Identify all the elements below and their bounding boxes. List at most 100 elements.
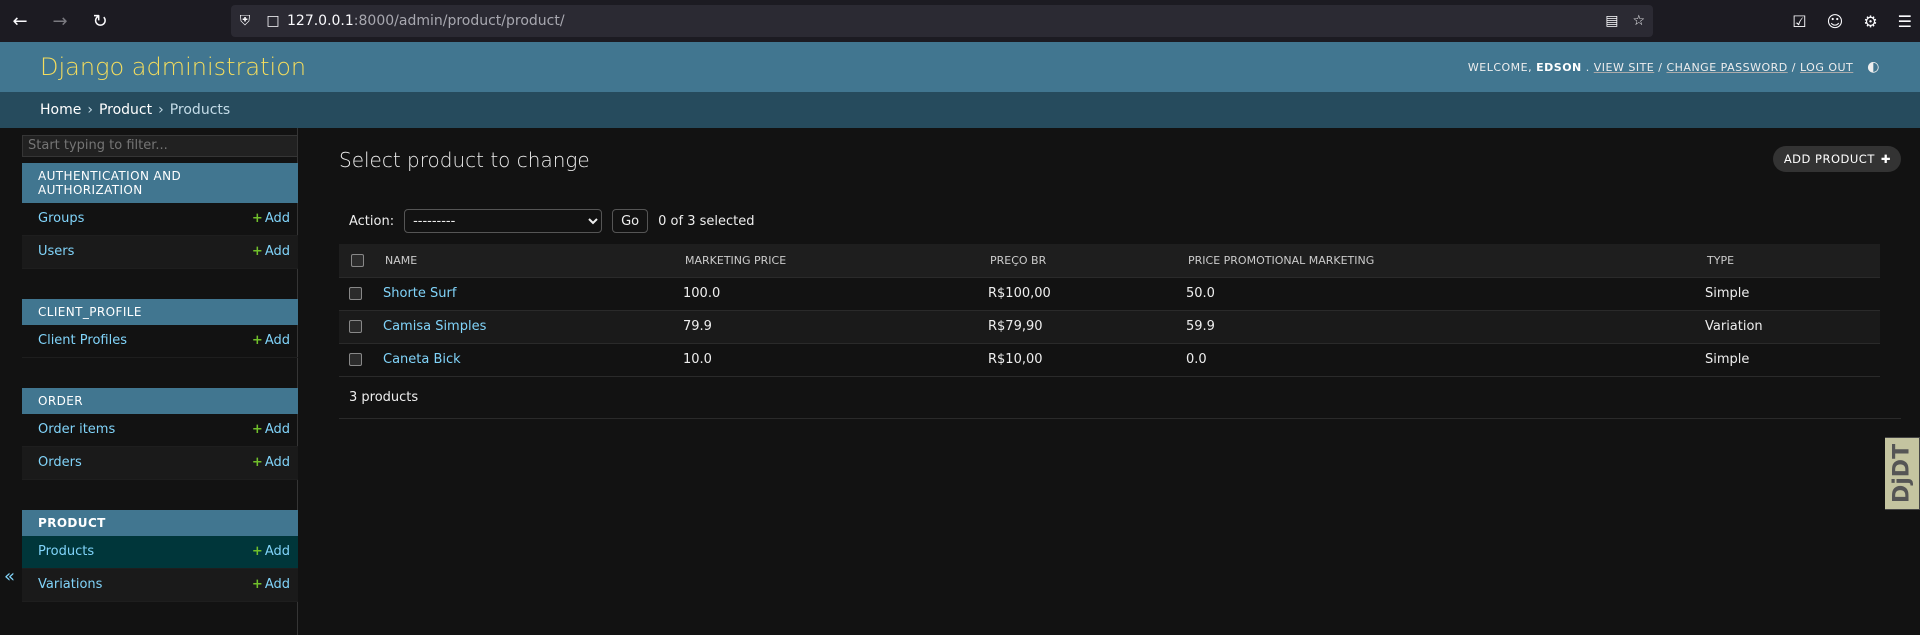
select-all-checkbox[interactable] bbox=[351, 254, 364, 267]
bookmark-star-icon[interactable]: ☆ bbox=[1632, 13, 1645, 29]
back-arrow-icon[interactable]: ← bbox=[0, 0, 40, 42]
add-groups-link[interactable]: + Add bbox=[252, 211, 290, 226]
column-header-preco-br[interactable]: PREÇO BR bbox=[978, 244, 1176, 278]
add-label: Add bbox=[264, 422, 290, 437]
shield-icon[interactable]: ⛨ bbox=[231, 13, 259, 29]
add-orders-link[interactable]: + Add bbox=[252, 455, 290, 470]
url-text[interactable]: 127.0.0.1:8000/admin/product/product/ bbox=[287, 13, 565, 29]
table-row: Caneta Bick 10.0 R$10,00 0.0 Simple bbox=[339, 343, 1880, 377]
add-label: Add bbox=[264, 211, 290, 226]
module-caption-product[interactable]: PRODUCT bbox=[22, 509, 298, 536]
column-header-type[interactable]: TYPE bbox=[1695, 244, 1880, 278]
row-checkbox[interactable] bbox=[349, 287, 362, 300]
sep: / bbox=[1658, 60, 1663, 74]
sidebar-link-users[interactable]: Users bbox=[38, 244, 74, 259]
sep: / bbox=[1791, 60, 1796, 74]
sidebar-filter-input[interactable] bbox=[22, 134, 298, 157]
view-site-link[interactable]: VIEW SITE bbox=[1594, 61, 1655, 74]
extensions-icon[interactable]: ⚙ bbox=[1863, 12, 1877, 31]
module-product: PRODUCT Products + Add Variations + Add bbox=[22, 509, 298, 602]
add-product-button[interactable]: ADD PRODUCT ✚ bbox=[1772, 146, 1901, 172]
module-caption-client-profile[interactable]: CLIENT_PROFILE bbox=[22, 298, 298, 325]
pocket-icon[interactable]: ☑ bbox=[1792, 12, 1806, 31]
site-header: Django administration WELCOME, EDSON. VI… bbox=[0, 42, 1920, 92]
content-main: Select product to change ADD PRODUCT ✚ Ac… bbox=[298, 128, 1920, 635]
add-variations-link[interactable]: + Add bbox=[252, 577, 290, 592]
breadcrumb-current: Products bbox=[169, 102, 231, 118]
breadcrumb-sep: › bbox=[158, 102, 164, 118]
row-checkbox-cell bbox=[339, 343, 373, 377]
debug-toolbar-handle[interactable]: DjDT bbox=[1885, 437, 1920, 510]
module-caption-auth[interactable]: AUTHENTICATION AND AUTHORIZATION bbox=[22, 162, 298, 203]
cell-preco-br: R$79,90 bbox=[978, 310, 1176, 344]
period: . bbox=[1585, 60, 1590, 74]
breadcrumb-product[interactable]: Product bbox=[99, 102, 152, 118]
theme-toggle-icon[interactable]: ◐ bbox=[1867, 59, 1880, 75]
change-password-link[interactable]: CHANGE PASSWORD bbox=[1666, 61, 1787, 74]
add-users-link[interactable]: + Add bbox=[252, 244, 290, 259]
cell-promo: 59.9 bbox=[1176, 310, 1695, 344]
column-header-name[interactable]: NAME bbox=[373, 244, 673, 278]
cell-type: Variation bbox=[1695, 310, 1880, 344]
plus-icon: + bbox=[251, 244, 263, 259]
url-bar[interactable]: ⛨ □ 127.0.0.1:8000/admin/product/product… bbox=[231, 5, 1653, 37]
sidebar-link-products[interactable]: Products bbox=[38, 544, 94, 559]
cell-marketing-price: 10.0 bbox=[673, 343, 978, 377]
row-checkbox[interactable] bbox=[349, 353, 362, 366]
actions-bar: Action: --------- Go 0 of 3 selected bbox=[339, 208, 1901, 234]
sidebar-link-client-profiles[interactable]: Client Profiles bbox=[38, 333, 127, 348]
breadcrumb-home[interactable]: Home bbox=[40, 102, 81, 118]
menu-icon[interactable]: ☰ bbox=[1898, 12, 1912, 31]
sidebar-link-orders[interactable]: Orders bbox=[38, 455, 82, 470]
sidebar-item-client-profiles: Client Profiles + Add bbox=[22, 325, 298, 358]
sidebar-item-orders: Orders + Add bbox=[22, 446, 298, 480]
add-client-profiles-link[interactable]: + Add bbox=[252, 333, 290, 348]
row-checkbox[interactable] bbox=[349, 320, 362, 333]
log-out-link[interactable]: LOG OUT bbox=[1800, 61, 1853, 74]
plus-icon: + bbox=[251, 422, 263, 437]
column-header-marketing-price[interactable]: MARKETING PRICE bbox=[673, 244, 978, 278]
reload-icon[interactable]: ↻ bbox=[80, 0, 120, 42]
cell-name: Caneta Bick bbox=[373, 343, 673, 377]
cell-promo: 50.0 bbox=[1176, 277, 1695, 311]
go-button[interactable]: Go bbox=[612, 209, 649, 233]
result-list-table: NAME MARKETING PRICE PREÇO BR PRICE PROM… bbox=[339, 244, 1880, 377]
cell-marketing-price: 100.0 bbox=[673, 277, 978, 311]
collapse-sidebar-icon[interactable]: « bbox=[4, 566, 15, 587]
add-products-link[interactable]: + Add bbox=[252, 544, 290, 559]
action-select[interactable]: --------- bbox=[404, 209, 603, 233]
account-icon[interactable]: ☺ bbox=[1827, 12, 1844, 31]
sidebar-item-order-items: Order items + Add bbox=[22, 414, 298, 447]
plus-icon: + bbox=[251, 544, 263, 559]
site-branding[interactable]: Django administration bbox=[40, 53, 306, 81]
column-header-price-promotional[interactable]: PRICE PROMOTIONAL MARKETING bbox=[1176, 244, 1695, 278]
add-label: Add bbox=[264, 577, 290, 592]
module-caption-order[interactable]: ORDER bbox=[22, 387, 298, 414]
cell-type: Simple bbox=[1695, 343, 1880, 377]
add-label: Add bbox=[264, 455, 290, 470]
module-order: ORDER Order items + Add Orders + Add bbox=[22, 387, 298, 480]
product-link[interactable]: Caneta Bick bbox=[383, 352, 461, 367]
sidebar-item-users: Users + Add bbox=[22, 235, 298, 269]
breadcrumb-sep: › bbox=[87, 102, 93, 118]
sidebar-link-groups[interactable]: Groups bbox=[38, 211, 84, 226]
sidebar-link-order-items[interactable]: Order items bbox=[38, 422, 115, 437]
cell-marketing-price: 79.9 bbox=[673, 310, 978, 344]
cell-name: Camisa Simples bbox=[373, 310, 673, 344]
cell-preco-br: R$100,00 bbox=[978, 277, 1176, 311]
forward-arrow-icon[interactable]: → bbox=[40, 0, 80, 42]
row-checkbox-cell bbox=[339, 310, 373, 344]
module-client-profile: CLIENT_PROFILE Client Profiles + Add bbox=[22, 298, 298, 358]
plus-icon: + bbox=[251, 455, 263, 470]
sidebar-link-variations[interactable]: Variations bbox=[38, 577, 102, 592]
reader-view-icon[interactable]: ▤ bbox=[1605, 13, 1618, 29]
select-all-header bbox=[339, 244, 373, 278]
cell-name: Shorte Surf bbox=[373, 277, 673, 311]
cell-preco-br: R$10,00 bbox=[978, 343, 1176, 377]
user-tools: WELCOME, EDSON. VIEW SITE / CHANGE PASSWO… bbox=[1468, 59, 1880, 75]
product-link[interactable]: Shorte Surf bbox=[383, 286, 456, 301]
product-link[interactable]: Camisa Simples bbox=[383, 319, 486, 334]
table-row: Camisa Simples 79.9 R$79,90 59.9 Variati… bbox=[339, 310, 1880, 344]
welcome-text: WELCOME, bbox=[1467, 60, 1533, 74]
add-order-items-link[interactable]: + Add bbox=[252, 422, 290, 437]
